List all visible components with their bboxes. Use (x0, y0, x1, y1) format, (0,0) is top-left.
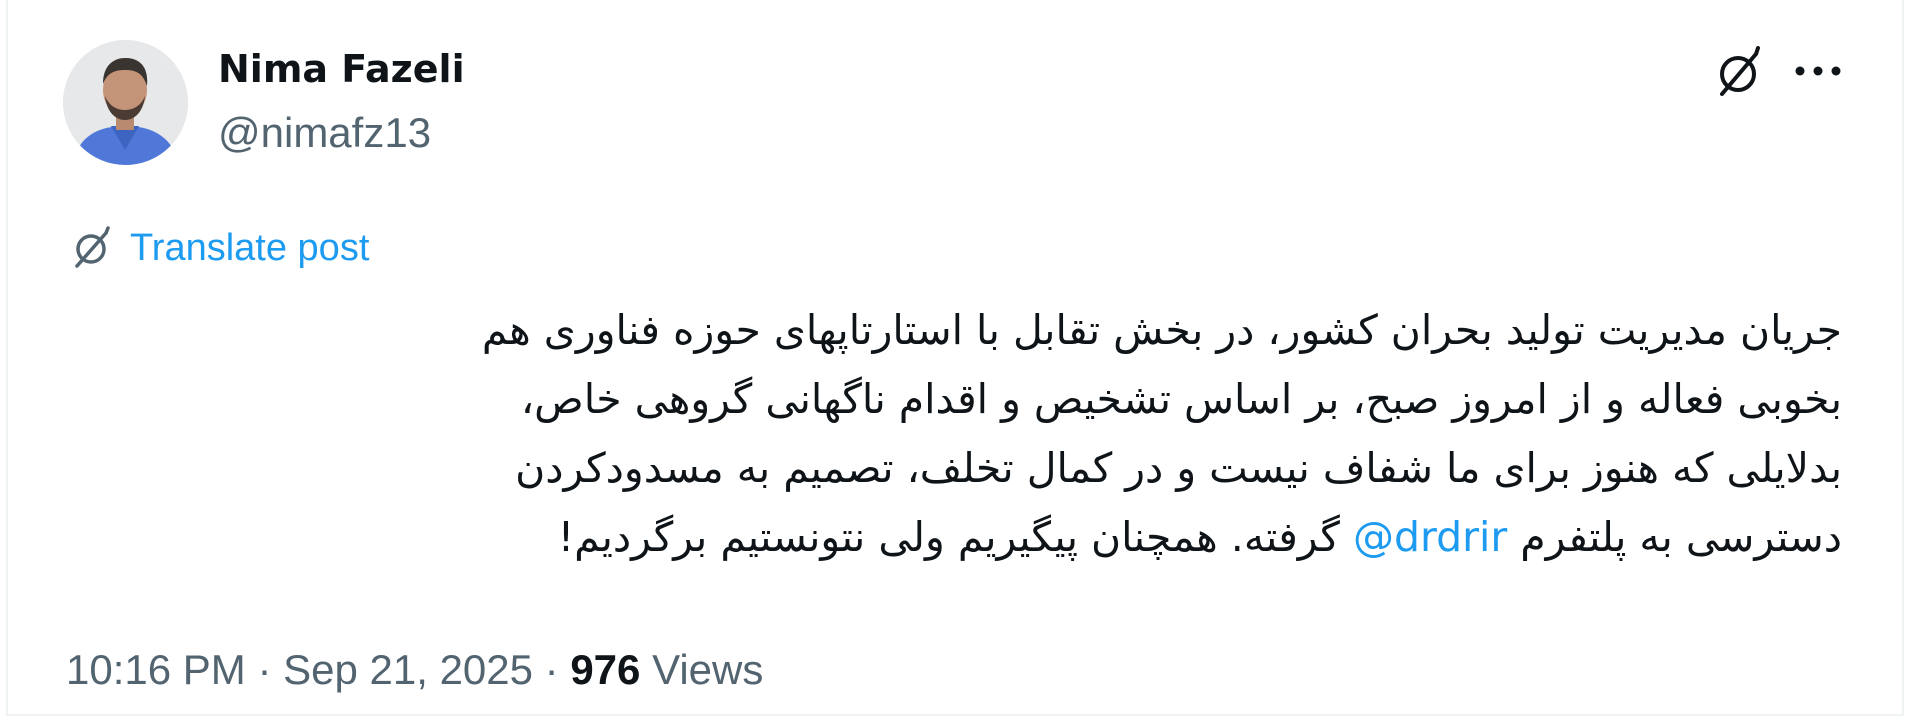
post-time[interactable]: 10:16 PM (66, 646, 246, 693)
post-card: Nima Fazeli @nimafz13 Translate post جری… (6, 0, 1904, 716)
translate-icon[interactable] (1708, 42, 1768, 102)
post-text-segment: گرفته. همچنان پیگیریم ولی نتونستیم برگرد… (557, 513, 1353, 561)
views-label: Views (640, 646, 764, 693)
author-avatar[interactable] (63, 40, 188, 165)
author-handle[interactable]: @nimafz13 (218, 108, 431, 158)
mention-link[interactable]: @drdrir (1353, 513, 1507, 561)
post-meta: 10:16 PM · Sep 21, 2025 · 976 Views (66, 644, 763, 696)
translate-post-label[interactable]: Translate post (130, 227, 369, 270)
author-name[interactable]: Nima Fazeli (218, 45, 465, 93)
post-text-segment: دسترسی به پلتفرم (1507, 513, 1842, 561)
more-options-icon[interactable] (1792, 58, 1844, 84)
post-line: دسترسی به پلتفرم @drdrir گرفته. همچنان پ… (142, 503, 1842, 572)
views-count: 976 (570, 646, 641, 693)
post-line: جریان مدیریت تولید بحران کشور، در بخش تق… (481, 306, 1842, 354)
translate-post-link[interactable]: Translate post (66, 222, 369, 274)
translate-icon (75, 226, 110, 268)
meta-separator: · (245, 646, 284, 693)
meta-separator: · (533, 646, 571, 693)
avatar-photo (63, 40, 188, 165)
post-body: جریان مدیریت تولید بحران کشور، در بخش تق… (142, 296, 1842, 572)
post-date[interactable]: Sep 21, 2025 (283, 646, 533, 693)
post-line: بخوبی فعاله و از امروز صبح، بر اساس تشخی… (520, 375, 1842, 423)
post-line: بدلایلی که هنوز برای ما شفاف نیست و در ک… (515, 444, 1842, 492)
